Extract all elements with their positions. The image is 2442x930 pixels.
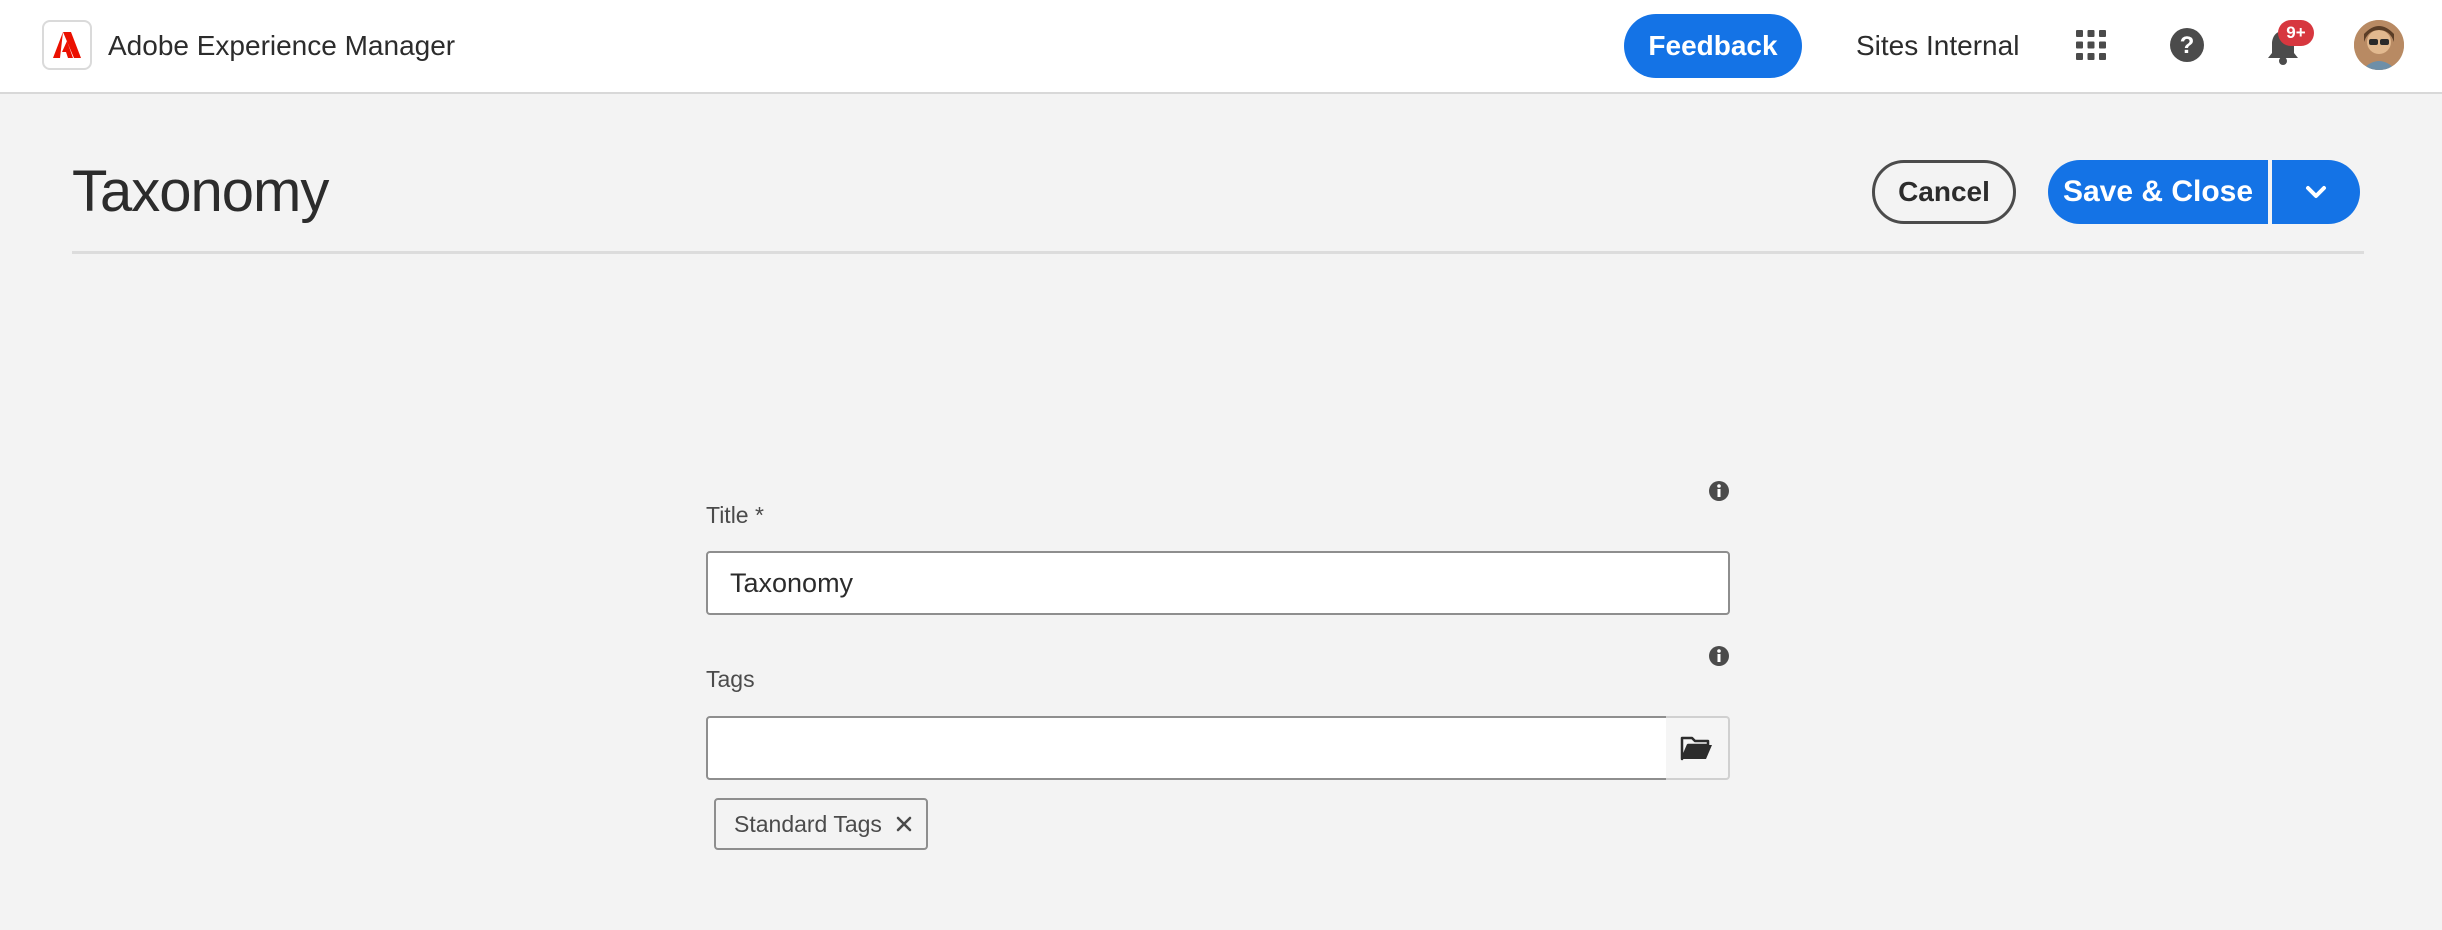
folder-open-icon xyxy=(1680,736,1712,761)
save-options-dropdown[interactable] xyxy=(2272,160,2360,224)
title-field-label: Title * xyxy=(706,502,764,528)
feedback-button[interactable]: Feedback xyxy=(1624,14,1802,78)
chevron-down-icon xyxy=(2306,186,2326,198)
cancel-button[interactable]: Cancel xyxy=(1872,160,2016,224)
header-divider xyxy=(72,251,2364,254)
svg-text:?: ? xyxy=(2180,32,2195,59)
shell-header: Adobe Experience Manager Feedback Sites … xyxy=(0,0,2442,94)
user-avatar[interactable] xyxy=(2354,20,2404,70)
tags-input[interactable] xyxy=(706,716,1668,780)
tag-chip-label: Standard Tags xyxy=(734,810,882,837)
close-icon[interactable] xyxy=(896,816,912,832)
adobe-logo-icon[interactable] xyxy=(42,20,92,70)
title-input[interactable] xyxy=(706,551,1730,615)
org-switcher[interactable]: Sites Internal xyxy=(1856,28,2019,64)
help-icon[interactable]: ? xyxy=(2162,20,2212,70)
grid-icon[interactable] xyxy=(2066,20,2116,70)
tags-field-label: Tags xyxy=(706,666,755,692)
notification-badge: 9+ xyxy=(2278,20,2314,46)
info-icon[interactable] xyxy=(1707,479,1731,503)
tag-chip: Standard Tags xyxy=(714,798,928,850)
save-and-close-button[interactable]: Save & Close xyxy=(2048,160,2268,224)
browse-tags-button[interactable] xyxy=(1666,716,1730,780)
info-icon[interactable] xyxy=(1707,644,1731,668)
app-name[interactable]: Adobe Experience Manager xyxy=(108,28,455,64)
page-title: Taxonomy xyxy=(72,159,329,224)
